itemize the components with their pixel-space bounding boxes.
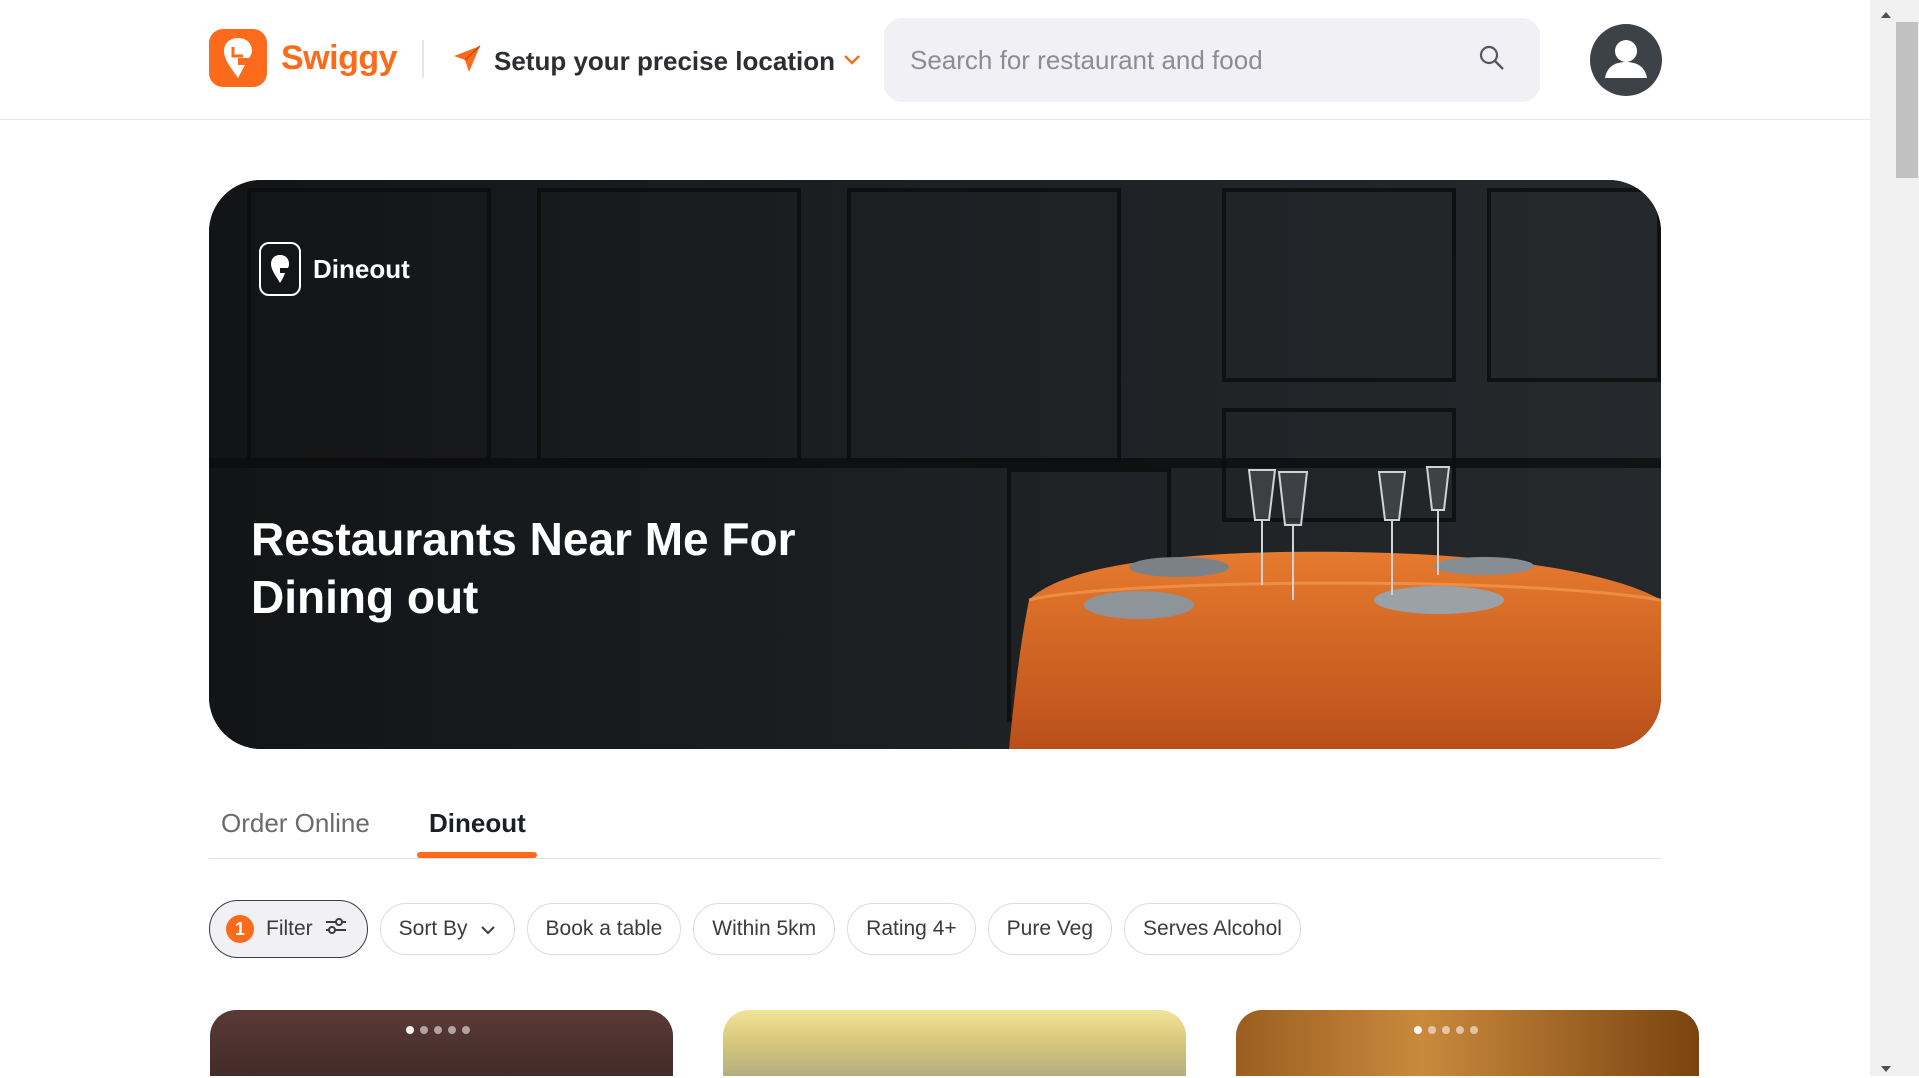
mode-tabs: Order Online Dineout — [209, 800, 1661, 859]
filter-button[interactable]: 1 Filter — [209, 900, 368, 958]
top-header: Swiggy Setup your precise location — [0, 0, 1870, 120]
restaurant-card[interactable] — [1236, 1010, 1699, 1076]
navigation-arrow-icon — [452, 44, 482, 79]
chip-pure-veg[interactable]: Pure Veg — [987, 903, 1113, 955]
chevron-down-icon — [480, 917, 496, 941]
chip-book-a-table[interactable]: Book a table — [526, 903, 682, 955]
chevron-down-icon — [843, 53, 861, 71]
dineout-label: Dineout — [313, 253, 410, 284]
page-scrollbar[interactable] — [1870, 0, 1919, 1076]
hero-title: Restaurants Near Me For Dining out — [251, 513, 796, 623]
dineout-brand: Dineout — [259, 242, 410, 296]
restaurant-card[interactable] — [723, 1010, 1186, 1076]
search-icon[interactable] — [1478, 44, 1506, 77]
location-label: Setup your precise location — [494, 46, 835, 76]
filter-label: Filter — [266, 917, 313, 940]
swiggy-logo-icon — [209, 29, 267, 87]
filter-count-badge: 1 — [226, 915, 254, 943]
hero-background-image — [209, 180, 1661, 749]
scrollbar-thumb[interactable] — [1896, 22, 1918, 178]
page-viewport: Swiggy Setup your precise location Searc… — [0, 0, 1870, 1076]
tab-order-online[interactable]: Order Online — [221, 808, 370, 839]
tab-dineout[interactable]: Dineout — [429, 808, 526, 839]
carousel-dots — [406, 1026, 476, 1034]
sort-by-label: Sort By — [398, 917, 468, 940]
brand-name: Swiggy — [281, 38, 398, 77]
user-avatar-icon[interactable] — [1590, 24, 1662, 96]
location-selector[interactable]: Setup your precise location — [452, 44, 861, 79]
header-divider — [422, 40, 424, 78]
active-tab-indicator — [417, 852, 537, 858]
search-input[interactable] — [908, 43, 1472, 77]
chip-rating-4-plus[interactable]: Rating 4+ — [847, 903, 976, 955]
dineout-logo-icon — [259, 242, 301, 296]
sort-by-button[interactable]: Sort By — [379, 903, 515, 955]
swiggy-logo[interactable]: Swiggy — [209, 29, 398, 87]
filter-chips: 1 Filter Sort By Book a table Within 5km… — [209, 900, 1313, 958]
scroll-up-arrow-icon[interactable] — [1880, 6, 1892, 24]
chip-serves-alcohol[interactable]: Serves Alcohol — [1124, 903, 1301, 955]
carousel-dots — [1414, 1026, 1484, 1034]
restaurant-card[interactable] — [210, 1010, 673, 1076]
search-bar[interactable] — [884, 18, 1540, 102]
chip-within-5km[interactable]: Within 5km — [693, 903, 836, 955]
hero-banner: Dineout Restaurants Near Me For Dining o… — [209, 180, 1661, 749]
scroll-down-arrow-icon[interactable] — [1880, 1060, 1892, 1078]
sliders-icon — [325, 917, 347, 941]
